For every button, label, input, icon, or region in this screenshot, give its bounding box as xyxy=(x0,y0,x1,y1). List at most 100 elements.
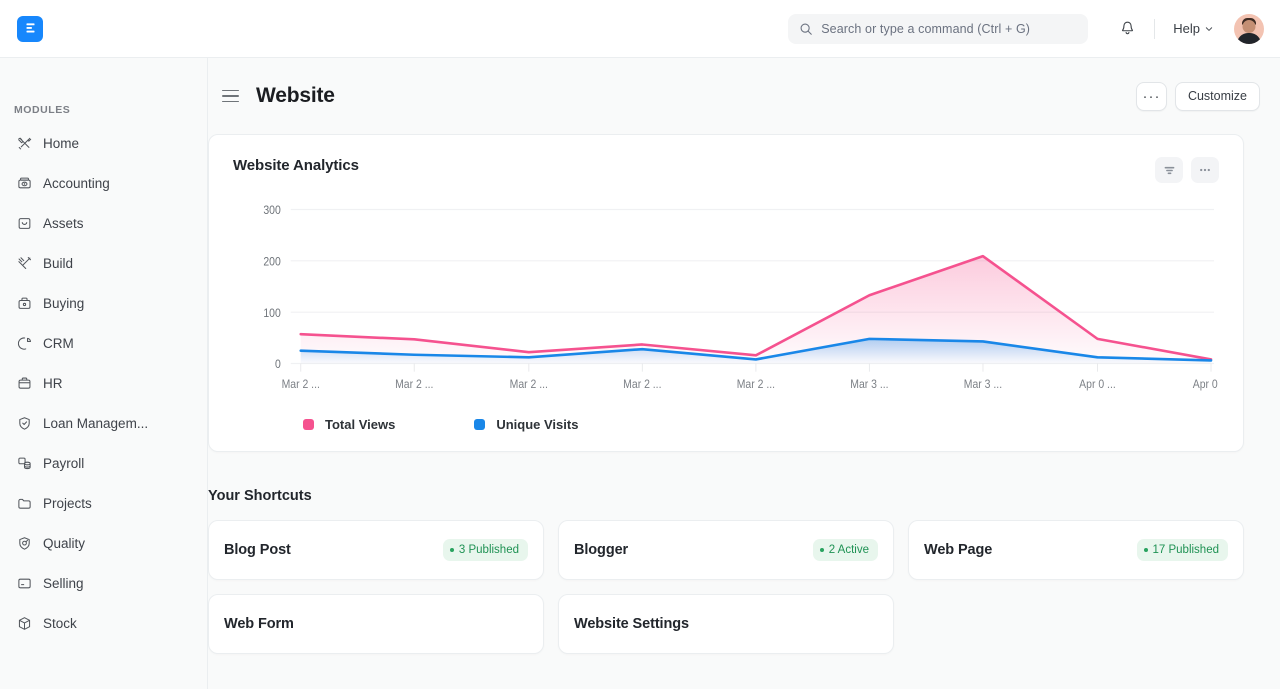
sidebar-item-projects[interactable]: Projects xyxy=(8,488,199,519)
package-icon xyxy=(16,616,32,632)
help-label: Help xyxy=(1173,21,1200,36)
hamburger-menu-icon[interactable] xyxy=(222,85,244,107)
top-navbar: Search or type a command (Ctrl + G) Help xyxy=(0,0,1280,58)
status-dot-icon xyxy=(819,548,824,552)
hammer-icon xyxy=(16,256,32,272)
legend-item-unique-visits[interactable]: Unique Visits xyxy=(474,417,578,432)
x-tick: Mar 3 ... xyxy=(850,378,888,391)
legend-label: Total Views xyxy=(325,416,396,432)
page-title: Website xyxy=(256,84,335,107)
sidebar-item-accounting[interactable]: Accounting xyxy=(8,168,199,199)
cash-register-icon xyxy=(16,176,32,192)
shortcut-label: Blogger xyxy=(574,542,629,558)
chevron-down-icon xyxy=(1205,26,1213,31)
erpnext-logo-icon[interactable] xyxy=(17,15,43,42)
chart-legend: Total Views Unique Visits xyxy=(233,411,1219,437)
sidebar-item-label: Payroll xyxy=(43,456,85,471)
page-header-actions: ··· Customize xyxy=(1135,81,1260,111)
status-badge-label: 3 Published xyxy=(458,544,519,556)
shortcut-label: Website Settings xyxy=(574,616,689,632)
svg-text:200: 200 xyxy=(263,256,280,269)
sidebar-item-crm[interactable]: CRM xyxy=(8,328,199,359)
app-shell: MODULES Home Accounting Assets Build Buy… xyxy=(0,58,1280,689)
content-inner: Website Analytics 300 200 100 0 Mar 2 ..… xyxy=(208,134,1244,654)
avatar-body xyxy=(1237,32,1261,44)
sidebar-item-hr[interactable]: HR xyxy=(8,368,199,399)
svg-text:100: 100 xyxy=(263,307,280,320)
sidebar-item-loan-management[interactable]: Loan Managem... xyxy=(8,408,199,439)
chart-filter-button[interactable] xyxy=(1155,157,1183,183)
sidebar-item-selling[interactable]: Selling xyxy=(8,568,199,599)
chart-y-tick-labels: 300 200 100 0 xyxy=(263,204,280,371)
search-placeholder: Search or type a command (Ctrl + G) xyxy=(821,21,1031,36)
sidebar-item-label: Home xyxy=(43,136,80,151)
tools-icon xyxy=(16,136,32,152)
status-badge: 17 Published xyxy=(1136,539,1228,561)
sidebar-item-home[interactable]: Home xyxy=(8,128,199,159)
status-badge: 3 Published xyxy=(442,539,528,561)
shortcut-website-settings[interactable]: Website Settings xyxy=(558,594,894,654)
sidebar-item-label: Stock xyxy=(43,616,77,631)
x-tick: Mar 2 ... xyxy=(623,378,661,391)
pie-chart-icon xyxy=(16,336,32,352)
bell-icon xyxy=(1121,21,1133,35)
website-analytics-card: Website Analytics 300 200 100 0 Mar 2 ..… xyxy=(208,134,1244,452)
shortcut-blogger[interactable]: Blogger 2 Active xyxy=(558,520,894,580)
chart-x-tick-marks xyxy=(300,363,1212,372)
briefcase-icon xyxy=(16,376,32,392)
sidebar-item-label: HR xyxy=(43,376,63,391)
chart-header: Website Analytics xyxy=(233,157,1219,183)
status-badge: 2 Active xyxy=(812,539,878,561)
card-icon xyxy=(16,576,32,592)
sidebar-item-assets[interactable]: Assets xyxy=(8,208,199,239)
x-tick: Mar 2 ... xyxy=(282,378,320,391)
chart-more-button[interactable] xyxy=(1191,157,1219,183)
chart-plot-area: 300 200 100 0 Mar 2 ... Mar 2 ... Mar 2 … xyxy=(233,199,1219,409)
shortcut-web-form[interactable]: Web Form xyxy=(208,594,544,654)
legend-color-swatch xyxy=(474,418,486,430)
total-views-area xyxy=(300,256,1212,364)
shortcut-blog-post[interactable]: Blog Post 3 Published xyxy=(208,520,544,580)
search-input[interactable]: Search or type a command (Ctrl + G) xyxy=(788,13,1089,44)
shortcut-label: Web Page xyxy=(924,542,993,558)
x-tick: Apr 0 ... xyxy=(1193,378,1219,391)
svg-text:300: 300 xyxy=(263,204,280,217)
navbar-divider xyxy=(1154,18,1156,39)
shortcuts-section-title: Your Shortcuts xyxy=(208,488,312,504)
sidebar-item-quality[interactable]: Quality xyxy=(8,528,199,559)
page-content: Website Analytics 300 200 100 0 Mar 2 ..… xyxy=(208,134,1280,689)
sidebar-item-payroll[interactable]: Payroll xyxy=(8,448,199,479)
sidebar-item-build[interactable]: Build xyxy=(8,248,199,279)
main-region: Website ··· Customize Website Analytics xyxy=(208,58,1280,689)
shopping-basket-icon xyxy=(16,296,32,312)
shortcut-web-page[interactable]: Web Page 17 Published xyxy=(908,520,1244,580)
sidebar-item-label: Build xyxy=(43,256,74,271)
notifications-button[interactable] xyxy=(1112,14,1142,44)
sidebar-item-buying[interactable]: Buying xyxy=(8,288,199,319)
sidebar-section-label: MODULES xyxy=(14,104,71,116)
sidebar: MODULES Home Accounting Assets Build Buy… xyxy=(0,58,208,689)
sidebar-item-label: Buying xyxy=(43,296,85,311)
x-tick: Mar 3 ... xyxy=(964,378,1002,391)
chart-x-tick-labels: Mar 2 ... Mar 2 ... Mar 2 ... Mar 2 ... … xyxy=(282,378,1219,391)
sidebar-item-stock[interactable]: Stock xyxy=(8,608,199,639)
avatar[interactable] xyxy=(1234,13,1264,44)
filter-icon xyxy=(1164,166,1174,174)
shortcut-label: Blog Post xyxy=(224,542,291,558)
help-menu[interactable]: Help xyxy=(1167,17,1220,40)
x-tick: Mar 2 ... xyxy=(510,378,548,391)
search-icon xyxy=(800,23,813,35)
svg-text:0: 0 xyxy=(275,358,281,371)
sidebar-item-label: Projects xyxy=(43,496,92,511)
sidebar-item-label: Assets xyxy=(43,216,84,231)
page-more-button[interactable]: ··· xyxy=(1135,81,1167,111)
shortcuts-grid-row-2: Web Form Website Settings xyxy=(208,594,1244,654)
folder-icon xyxy=(16,496,32,512)
shortcut-label: Web Form xyxy=(224,616,294,632)
legend-item-total-views[interactable]: Total Views xyxy=(303,417,395,432)
shield-target-icon xyxy=(16,536,32,552)
chart-title: Website Analytics xyxy=(233,157,359,174)
payroll-stack-icon xyxy=(16,456,32,472)
customize-button[interactable]: Customize xyxy=(1174,81,1260,111)
shield-check-icon xyxy=(16,416,32,432)
